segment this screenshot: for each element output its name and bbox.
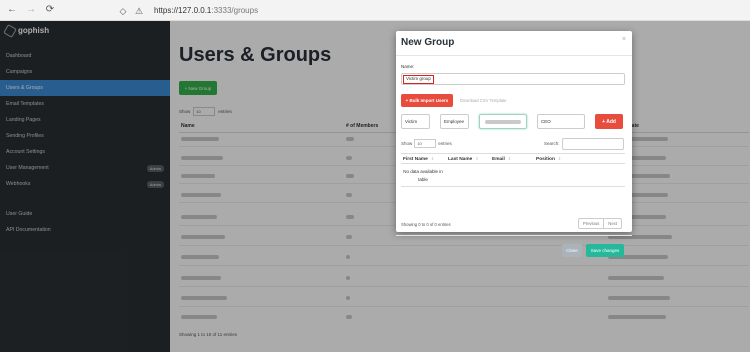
bulk-import-button[interactable]: + Bulk Import Users bbox=[401, 94, 453, 107]
position-input[interactable]: CEO bbox=[537, 114, 585, 129]
search-input[interactable] bbox=[562, 138, 624, 150]
modal-backdrop[interactable] bbox=[0, 21, 750, 352]
shield-icon: ◇ bbox=[119, 5, 127, 16]
group-name-value: Victim group bbox=[403, 75, 434, 84]
sort-icon: ⇕ bbox=[557, 156, 562, 161]
lock-warning-icon[interactable]: ⚠ bbox=[134, 6, 144, 16]
save-changes-button[interactable]: Save changes bbox=[586, 244, 624, 257]
column-last-name[interactable]: Last Name ⇕ bbox=[448, 156, 479, 162]
url-text[interactable]: https://127.0.0.1:3333/groups bbox=[154, 6, 258, 15]
redacted-email bbox=[485, 120, 521, 124]
reload-icon[interactable]: ⟳ bbox=[43, 3, 57, 17]
last-name-input[interactable]: Employee bbox=[440, 114, 469, 129]
sort-icon: ⇕ bbox=[430, 156, 435, 161]
next-page-button[interactable]: Next bbox=[603, 219, 621, 228]
download-csv-link[interactable]: Download CSV Template bbox=[460, 98, 506, 103]
sort-icon: ⇕ bbox=[475, 156, 479, 161]
modal-table-info: Showing 0 to 0 of 0 entries bbox=[401, 222, 451, 227]
modal-entries-select[interactable]: 10 bbox=[414, 139, 437, 148]
column-email[interactable]: Email ⇕ bbox=[492, 156, 511, 162]
modal-title: New Group bbox=[401, 37, 455, 48]
name-label: Name: bbox=[401, 64, 415, 69]
search-label: Search: bbox=[544, 141, 560, 146]
modal-show-entries: Show 10 entries bbox=[401, 139, 452, 148]
previous-page-button[interactable]: Previous bbox=[579, 219, 603, 228]
first-name-input[interactable]: Victim bbox=[401, 114, 430, 129]
column-position[interactable]: Position ⇕ bbox=[536, 156, 561, 162]
browser-toolbar: ← → ⟳ ◇ ⚠ https://127.0.0.1:3333/groups bbox=[0, 0, 750, 21]
close-icon[interactable]: × bbox=[622, 36, 626, 43]
pagination: Previous Next bbox=[578, 218, 622, 229]
sort-icon: ⇕ bbox=[507, 156, 512, 161]
forward-arrow-icon[interactable]: → bbox=[24, 3, 38, 17]
address-bar[interactable]: ◇ ⚠ https://127.0.0.1:3333/groups bbox=[118, 3, 259, 18]
add-user-button[interactable]: + Add bbox=[595, 114, 623, 129]
new-group-modal: New Group × Name: Victim group + Bulk Im… bbox=[396, 31, 632, 257]
column-first-name[interactable]: First Name ⇕ bbox=[403, 156, 434, 162]
email-input[interactable] bbox=[479, 114, 527, 129]
close-button[interactable]: Close bbox=[562, 244, 582, 257]
group-name-input[interactable]: Victim group bbox=[401, 73, 625, 85]
empty-table-message: No data available in table bbox=[403, 169, 443, 182]
back-arrow-icon[interactable]: ← bbox=[5, 3, 19, 17]
